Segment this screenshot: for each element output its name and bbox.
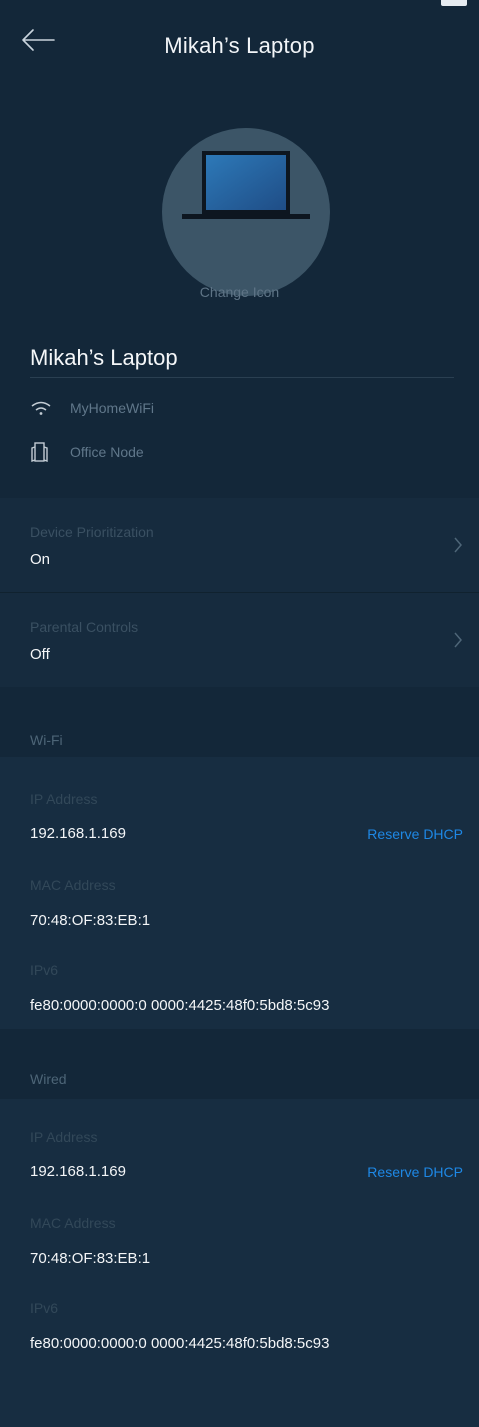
wired-reserve-dhcp-button[interactable]: Reserve DHCP	[367, 1164, 463, 1180]
parental-controls-value: Off	[30, 646, 50, 663]
wired-ipv6-label: IPv6	[30, 1300, 59, 1316]
wifi-section-header: Wi-Fi	[0, 687, 479, 757]
wired-ip-value: 192.168.1.169	[30, 1163, 126, 1180]
parental-controls-label: Parental Controls	[30, 619, 139, 635]
wifi-mac-value: 70:48:OF:83:EB:1	[30, 912, 151, 929]
wifi-reserve-dhcp-button[interactable]: Reserve DHCP	[367, 826, 463, 842]
wifi-ip-value: 192.168.1.169	[30, 825, 126, 842]
node-name: Office Node	[70, 444, 144, 460]
wifi-section-title: Wi-Fi	[30, 732, 63, 748]
wifi-ip-label: IP Address	[30, 791, 98, 807]
node-row: Office Node	[30, 440, 144, 464]
wired-section-header: Wired	[0, 1029, 479, 1099]
chevron-right-icon	[454, 632, 462, 648]
chevron-right-icon	[454, 537, 462, 553]
wired-mac-label: MAC Address	[30, 1215, 116, 1231]
wired-ip-label: IP Address	[30, 1129, 98, 1145]
wifi-ipv6-value: fe80:0000:0000:0 0000:4425:48f0:5bd8:5c9…	[30, 997, 330, 1014]
device-prioritization-label: Device Prioritization	[30, 524, 154, 540]
parental-controls-row[interactable]: Parental Controls Off	[0, 593, 479, 687]
wired-section-title: Wired	[30, 1071, 67, 1087]
laptop-icon	[182, 151, 310, 219]
device-prioritization-value: On	[30, 551, 51, 568]
battery-icon	[441, 0, 467, 6]
wifi-section: IP Address 192.168.1.169 Reserve DHCP MA…	[0, 757, 479, 1029]
wifi-icon	[30, 397, 56, 419]
node-icon	[30, 441, 56, 463]
device-icon-button[interactable]	[162, 128, 330, 296]
status-bar	[0, 0, 479, 12]
wired-mac-value: 70:48:OF:83:EB:1	[30, 1250, 151, 1267]
network-row: MyHomeWiFi	[30, 396, 154, 420]
wired-ipv6-value: fe80:0000:0000:0 0000:4425:48f0:5bd8:5c9…	[30, 1335, 330, 1352]
network-name: MyHomeWiFi	[70, 400, 154, 416]
wifi-mac-label: MAC Address	[30, 877, 116, 893]
wifi-ipv6-label: IPv6	[30, 962, 59, 978]
name-underline	[30, 377, 454, 378]
device-name-field[interactable]: Mikah’s Laptop	[30, 345, 178, 371]
change-icon-link[interactable]: Change Icon	[0, 284, 479, 300]
device-prioritization-row[interactable]: Device Prioritization On	[0, 498, 479, 592]
wired-section: IP Address 192.168.1.169 Reserve DHCP MA…	[0, 1099, 479, 1427]
page-title: Mikah’s Laptop	[164, 33, 315, 58]
